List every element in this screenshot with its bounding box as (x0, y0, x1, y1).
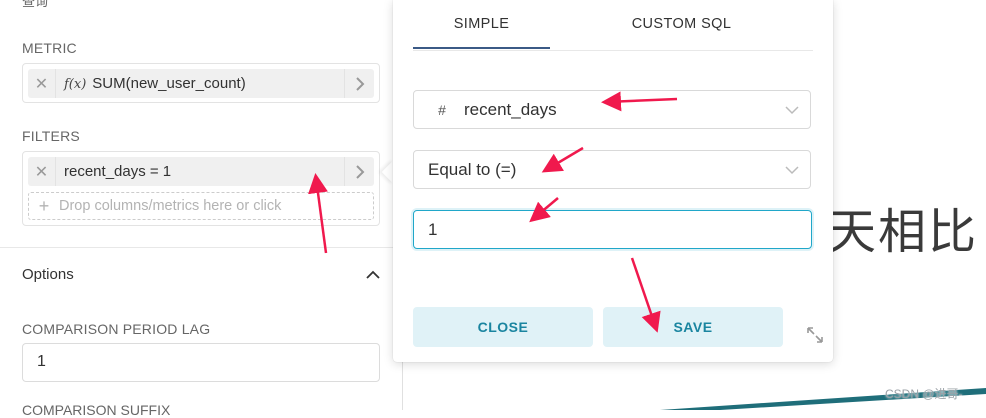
filters-box: ✕ recent_days = 1 + Drop columns/metrics… (22, 151, 380, 226)
section-label-cut: 查询 (22, 0, 49, 9)
comparison-period-lag-label: COMPARISON PERIOD LAG (22, 321, 211, 337)
divider (0, 247, 402, 248)
filter-edit-popover: SIMPLE CUSTOM SQL # recent_days Equal to… (393, 0, 833, 362)
chevron-up-icon[interactable] (365, 267, 381, 283)
close-button[interactable]: CLOSE (413, 307, 593, 347)
filter-pill[interactable]: ✕ recent_days = 1 (28, 157, 374, 186)
column-select-value: recent_days (464, 99, 557, 119)
chevron-right-icon[interactable] (344, 69, 374, 98)
chevron-down-icon[interactable] (774, 165, 810, 175)
active-tab-indicator (413, 47, 550, 49)
plus-icon: + (38, 195, 50, 216)
background-heading-text: 天相比 (828, 204, 979, 260)
resize-icon[interactable] (806, 326, 824, 344)
dropzone-placeholder: Drop columns/metrics here or click (59, 198, 282, 214)
options-section-title[interactable]: Options (22, 266, 74, 283)
remove-filter-icon[interactable]: ✕ (28, 157, 56, 186)
metric-pill[interactable]: ✕ f(x) SUM(new_user_count) (28, 69, 374, 98)
remove-metric-icon[interactable]: ✕ (28, 69, 56, 98)
tab-custom-sql[interactable]: CUSTOM SQL (578, 16, 785, 32)
filters-label: FILTERS (22, 128, 80, 144)
comparison-period-lag-input[interactable]: 1 (22, 343, 380, 382)
metric-label: METRIC (22, 40, 77, 56)
control-panel: 查询 METRIC ✕ f(x) SUM(new_user_count) FILT… (0, 0, 403, 418)
metric-value: SUM(new_user_count) (92, 75, 246, 92)
numeric-type-icon: # (438, 101, 446, 118)
comparison-suffix-label: COMPARISON SUFFIX (22, 402, 171, 418)
tab-simple[interactable]: SIMPLE (413, 16, 550, 32)
function-icon: f(x) (64, 77, 87, 92)
popover-tabs: SIMPLE CUSTOM SQL (413, 0, 813, 51)
filter-pill-label: recent_days = 1 (64, 163, 172, 180)
chevron-right-icon[interactable] (344, 157, 374, 186)
chevron-down-icon[interactable] (774, 105, 810, 115)
operator-select-value: Equal to (=) (428, 159, 517, 179)
watermark: CSDN @进哥- (885, 387, 963, 401)
filter-dropzone[interactable]: + Drop columns/metrics here or click (28, 192, 374, 220)
save-button[interactable]: SAVE (603, 307, 783, 347)
metric-pill-label: f(x) SUM(new_user_count) (56, 75, 344, 92)
column-select[interactable]: # recent_days (413, 90, 811, 129)
metric-box: ✕ f(x) SUM(new_user_count) (22, 63, 380, 103)
filter-value-input[interactable]: 1 (413, 210, 812, 249)
operator-select[interactable]: Equal to (=) (413, 150, 811, 189)
